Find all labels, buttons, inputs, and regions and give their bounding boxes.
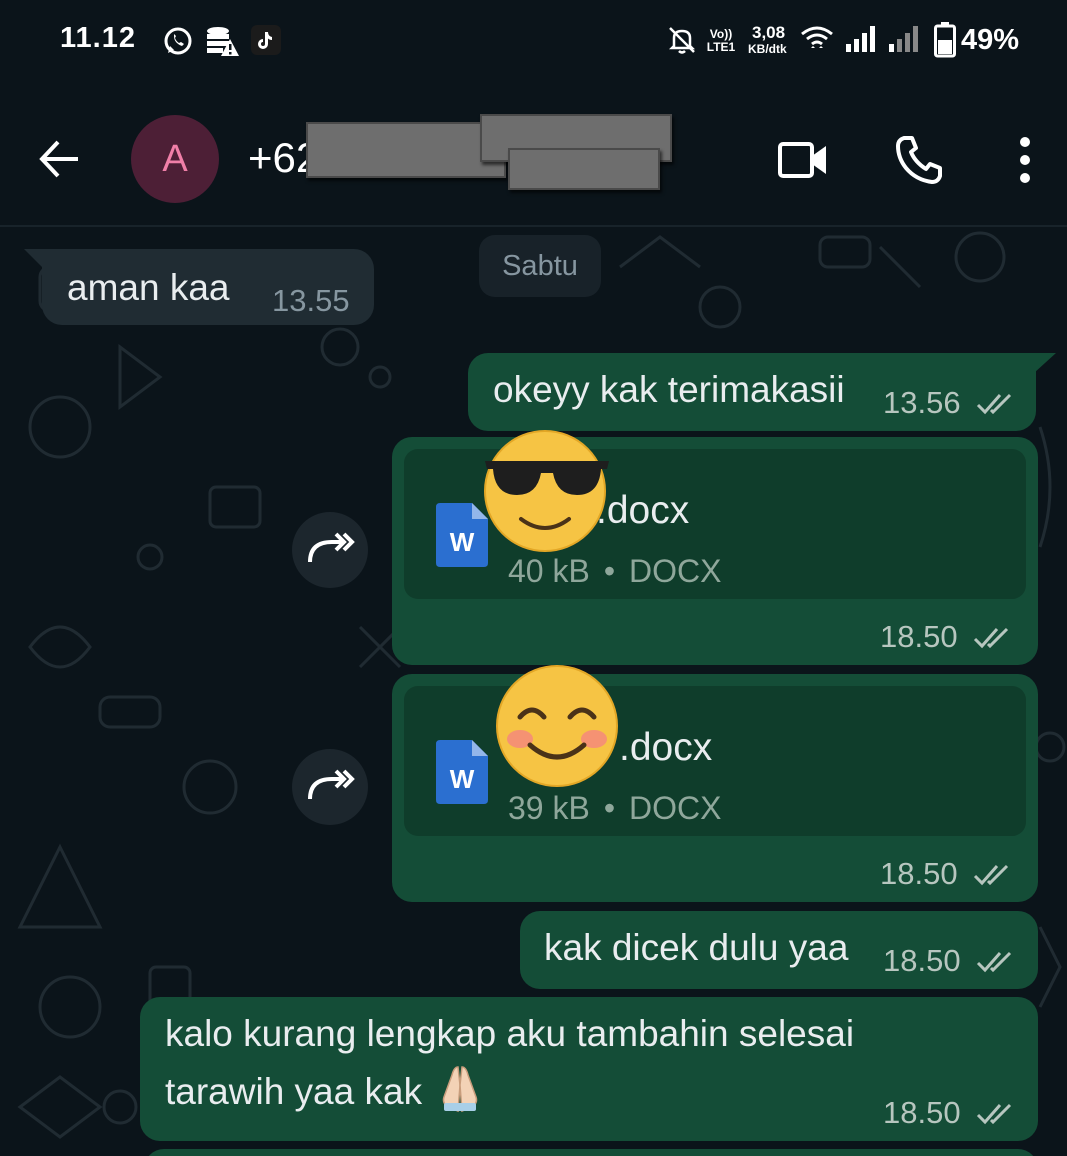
document-message[interactable]: W .docx 39 kB • DOCX 18.50 bbox=[392, 674, 1038, 902]
message-text: aman kaa bbox=[67, 267, 230, 308]
whatsapp-chat-screen: 11.12 Vo)) LTE1 3,08 KB/dtk 49% A +62 Sa… bbox=[0, 0, 1067, 1156]
message-time: 18.50 bbox=[883, 1095, 961, 1130]
document-size: 39 kB bbox=[508, 790, 590, 826]
message-time: 18.50 bbox=[880, 856, 958, 891]
tiktok-icon bbox=[251, 25, 281, 55]
forward-icon bbox=[308, 769, 355, 800]
wifi-icon bbox=[801, 26, 833, 48]
document-type: DOCX bbox=[629, 790, 722, 826]
bubble-tail bbox=[24, 249, 44, 269]
video-call-icon[interactable] bbox=[772, 130, 832, 190]
signal-sim2-icon bbox=[889, 26, 918, 52]
message-time: 18.50 bbox=[880, 619, 958, 654]
date-chip: Sabtu bbox=[479, 235, 601, 297]
chat-header: A +62 bbox=[0, 82, 1067, 227]
document-type: DOCX bbox=[629, 553, 722, 589]
message-text-line1: kalo kurang lengkap aku tambahin selesai bbox=[165, 1013, 855, 1054]
battery-icon bbox=[934, 22, 956, 58]
battery-percent: 49% bbox=[960, 24, 1019, 56]
word-doc-icon: W bbox=[436, 740, 488, 804]
document-meta: 40 kB • DOCX bbox=[508, 553, 721, 590]
svg-text:W: W bbox=[450, 527, 475, 557]
redaction-block bbox=[508, 148, 660, 190]
smiling-blush-emoji bbox=[496, 665, 618, 787]
bubble-tail bbox=[1034, 353, 1056, 373]
message-bubble-outgoing[interactable]: kak dicek dulu yaa 18.50 bbox=[520, 911, 1038, 989]
double-check-icon bbox=[976, 951, 1012, 973]
forward-icon bbox=[308, 532, 355, 563]
message-text-line2: tarawih yaa kak bbox=[165, 1071, 423, 1112]
storage-warning-icon bbox=[207, 27, 239, 56]
status-time: 11.12 bbox=[60, 22, 136, 54]
back-arrow-icon[interactable] bbox=[34, 134, 84, 184]
double-check-icon bbox=[973, 627, 1009, 649]
message-time: 13.55 bbox=[272, 283, 350, 318]
message-text: okeyy kak terimakasii bbox=[493, 369, 845, 410]
chat-area[interactable]: Sabtu aman kaa 13.55 okeyy kak terimakas… bbox=[0, 227, 1067, 1156]
forward-button[interactable] bbox=[292, 512, 368, 588]
phone-icon[interactable] bbox=[890, 130, 950, 190]
message-bubble-incoming[interactable]: aman kaa 13.55 bbox=[42, 249, 374, 325]
forward-button[interactable] bbox=[292, 749, 368, 825]
signal-icon bbox=[846, 26, 875, 52]
message-time: 13.56 bbox=[883, 385, 961, 420]
meta-separator: • bbox=[603, 553, 616, 589]
status-bar: 11.12 Vo)) LTE1 3,08 KB/dtk 49% bbox=[0, 0, 1067, 82]
mute-icon bbox=[668, 27, 696, 54]
message-bubble-outgoing[interactable]: kalo kurang lengkap aku tambahin selesai… bbox=[140, 997, 1038, 1141]
avatar[interactable]: A bbox=[131, 115, 219, 203]
sunglasses-emoji bbox=[484, 430, 609, 552]
speed-value: 3,08 bbox=[752, 23, 786, 42]
document-file-name: .docx bbox=[619, 726, 713, 769]
message-time: 18.50 bbox=[883, 943, 961, 978]
document-size: 40 kB bbox=[508, 553, 590, 589]
message-text: kak dicek dulu yaa bbox=[544, 927, 849, 968]
redaction-block bbox=[306, 122, 506, 178]
svg-text:W: W bbox=[450, 764, 475, 794]
folded-hands-emoji bbox=[442, 1066, 478, 1113]
message-bubble-outgoing-partial[interactable] bbox=[144, 1149, 1038, 1156]
message-bubble-outgoing[interactable]: okeyy kak terimakasii 13.56 bbox=[468, 353, 1036, 431]
meta-separator: • bbox=[603, 790, 616, 826]
speed-unit: KB/dtk bbox=[748, 42, 787, 56]
more-vert-icon[interactable] bbox=[995, 130, 1055, 190]
network-type: Vo)) LTE1 bbox=[706, 27, 736, 54]
whatsapp-icon bbox=[164, 27, 192, 55]
document-meta: 39 kB • DOCX bbox=[508, 790, 721, 827]
double-check-icon bbox=[973, 864, 1009, 886]
double-check-icon bbox=[976, 1103, 1012, 1125]
double-check-icon bbox=[976, 393, 1012, 415]
